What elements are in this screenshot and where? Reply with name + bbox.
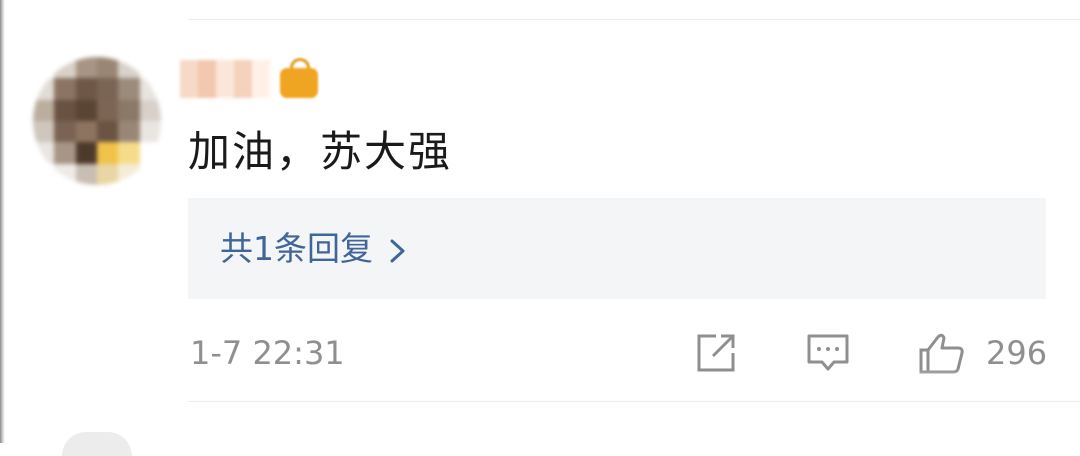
like-count: 296 (986, 334, 1048, 372)
reply-count-link[interactable]: 共1条回复 (220, 228, 413, 270)
top-divider (188, 19, 1080, 20)
comment-timestamp: 1-7 22:31 (190, 334, 345, 372)
avatar[interactable] (33, 57, 161, 185)
forward-button[interactable] (694, 331, 738, 375)
bottom-divider (188, 401, 1080, 402)
left-edge-shadow (0, 0, 5, 443)
thumbs-up-icon (919, 333, 964, 374)
comment-text: 加油，苏大强 (188, 127, 453, 176)
comment-button[interactable] (806, 331, 850, 375)
like-button[interactable] (918, 331, 968, 375)
comment-bubble-icon (807, 334, 849, 371)
chevron-right-icon (383, 234, 413, 264)
next-comment-avatar[interactable] (62, 432, 132, 456)
vip-badge-icon (280, 58, 318, 98)
reply-summary-box[interactable]: 共1条回复 (188, 198, 1046, 299)
reply-count-label: 共1条回复 (220, 229, 373, 268)
username-redacted[interactable] (180, 60, 270, 98)
share-square-arrow-icon (697, 334, 735, 372)
watermark-blur (858, 376, 1058, 402)
